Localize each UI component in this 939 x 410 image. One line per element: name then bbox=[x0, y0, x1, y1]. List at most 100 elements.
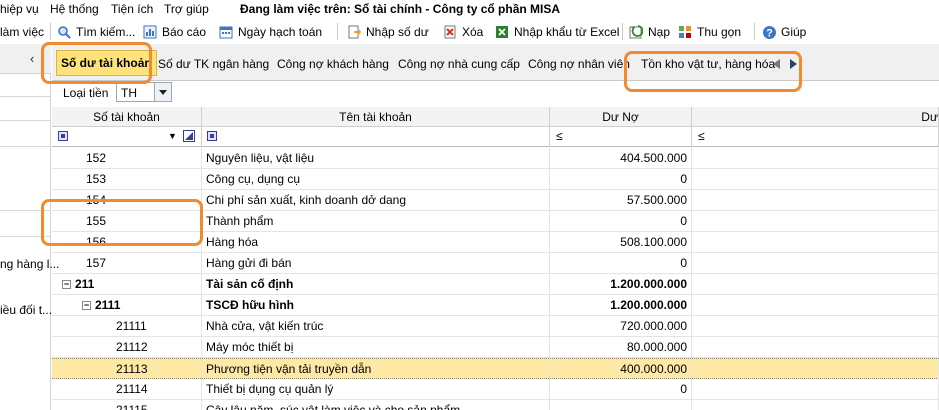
filter-dropdown-icon[interactable]: ▼ bbox=[168, 131, 177, 141]
cell-account-code: 21112 bbox=[52, 337, 202, 357]
menu-item-utilities[interactable]: Tiện ích bbox=[111, 2, 153, 16]
collapse-button[interactable]: Thu gọn bbox=[677, 23, 741, 41]
account-code: 21113 bbox=[116, 362, 148, 376]
account-code: 21114 bbox=[116, 382, 148, 396]
filter-condition-icon[interactable] bbox=[58, 131, 68, 141]
cell-account-code: −2111 bbox=[52, 295, 202, 315]
cell-account-name: Chi phí sản xuất, kinh doanh dở dang bbox=[202, 190, 550, 210]
account-code: 156 bbox=[86, 235, 107, 249]
posting-date-button[interactable]: Ngày hạch toán bbox=[218, 23, 322, 41]
table-row[interactable]: 21115 Cây lâu năm, súc vật làm việc và ch… bbox=[52, 400, 939, 410]
collapse-left-icon[interactable]: ‹ bbox=[30, 51, 34, 66]
table-row[interactable]: 154 Chi phí sản xuất, kinh doanh dở dang 5… bbox=[52, 190, 939, 211]
account-code: 21115 bbox=[116, 403, 148, 410]
load-icon bbox=[628, 24, 644, 40]
cell-account-code: 21111 bbox=[52, 316, 202, 336]
cell-account-name: Máy móc thiết bị bbox=[202, 337, 550, 357]
account-code: 155 bbox=[86, 214, 107, 228]
tab-supplier-debt[interactable]: Công nợ nhà cung cấp bbox=[394, 53, 524, 75]
currency-select[interactable]: TH bbox=[116, 82, 172, 102]
delete-button[interactable]: Xóa bbox=[442, 23, 483, 41]
grid-body: 152 Nguyên liệu, vật liệu 404.500.000 153 Cô… bbox=[52, 148, 939, 410]
toolbar-separator bbox=[754, 23, 755, 40]
toolbar-workspace-button[interactable]: làm việc bbox=[0, 23, 44, 41]
cell-debit: 57.500.000 bbox=[550, 190, 692, 210]
excel-icon bbox=[494, 24, 510, 40]
search-label: Tìm kiếm... bbox=[76, 25, 136, 39]
chevron-down-icon[interactable] bbox=[154, 83, 171, 101]
tab-scroll-right-icon[interactable] bbox=[786, 56, 800, 72]
filter-cell-debit[interactable]: ≤ bbox=[550, 127, 692, 147]
cell-credit bbox=[692, 295, 939, 315]
table-row[interactable]: 153 Công cụ, dụng cụ 0 bbox=[52, 169, 939, 190]
column-header-account-name[interactable]: Tên tài khoản bbox=[202, 107, 550, 127]
menu-item-system[interactable]: Hệ thống bbox=[50, 2, 99, 16]
table-row[interactable]: 21114 Thiết bị dụng cụ quản lý 0 bbox=[52, 379, 939, 400]
cell-account-name: Nhà cửa, vật kiến trúc bbox=[202, 316, 550, 336]
report-icon bbox=[142, 24, 158, 40]
column-header-credit[interactable]: Dư Có bbox=[692, 107, 939, 144]
cell-credit bbox=[692, 316, 939, 336]
table-row[interactable]: 21111 Nhà cửa, vật kiến trúc 720.000.000 bbox=[52, 316, 939, 337]
menu-item-help[interactable]: Trợ giúp bbox=[164, 2, 209, 16]
table-row[interactable]: 156 Hàng hóa 508.100.000 bbox=[52, 232, 939, 253]
collapse-node-icon[interactable]: − bbox=[82, 301, 91, 311]
account-balance-grid: Số tài khoản Tên tài khoản Dư Nợ Dư Có ▼… bbox=[52, 107, 939, 410]
column-header-debit[interactable]: Dư Nợ bbox=[550, 107, 692, 127]
menu-item-operations[interactable]: hiệp vụ bbox=[0, 2, 39, 16]
calendar-icon bbox=[218, 24, 234, 40]
table-row[interactable]: 155 Thành phẩm 0 bbox=[52, 211, 939, 232]
account-code: 21112 bbox=[116, 340, 148, 354]
cell-account-name: Thành phẩm bbox=[202, 211, 550, 231]
tab-customer-debt[interactable]: Công nợ khách hàng bbox=[273, 53, 393, 75]
tab-employee-debt[interactable]: Công nợ nhân viên bbox=[524, 53, 634, 75]
tab-scroll-left-icon[interactable] bbox=[770, 56, 784, 72]
cell-credit bbox=[692, 211, 939, 231]
collapse-node-icon[interactable]: − bbox=[62, 280, 71, 290]
import-excel-button[interactable]: Nhập khẩu từ Excel bbox=[494, 23, 619, 41]
filter-cell-account-code[interactable]: ▼ bbox=[52, 127, 202, 147]
left-panel-item[interactable]: iều đối t... bbox=[0, 303, 52, 317]
cell-account-name: Hàng hóa bbox=[202, 232, 550, 252]
left-panel-divider bbox=[0, 120, 51, 121]
report-button[interactable]: Báo cáo bbox=[142, 23, 206, 41]
clear-filter-icon[interactable] bbox=[183, 130, 195, 142]
help-icon: ? bbox=[761, 24, 777, 40]
cell-credit bbox=[692, 253, 939, 273]
table-row[interactable]: −211 Tài sản cố định 1.200.000.000 bbox=[52, 274, 939, 295]
import-excel-label: Nhập khẩu từ Excel bbox=[514, 25, 620, 39]
help-label: Giúp bbox=[781, 25, 807, 39]
working-on-title: Đang làm việc trên: Sổ tài chính - Công … bbox=[240, 2, 561, 16]
tab-account-balance[interactable]: Số dư tài khoản bbox=[56, 50, 157, 76]
import-balance-button[interactable]: Nhập số dư bbox=[346, 23, 429, 41]
tab-bank-balance[interactable]: Số dư TK ngân hàng bbox=[154, 53, 273, 75]
cell-credit bbox=[692, 274, 939, 294]
left-panel-item[interactable]: ng hàng l... bbox=[0, 257, 59, 271]
column-header-account-code[interactable]: Số tài khoản bbox=[52, 107, 202, 127]
search-icon bbox=[56, 24, 72, 40]
tab-bar: Số dư tài khoản Số dư TK ngân hàng Công … bbox=[52, 44, 939, 81]
account-code: 154 bbox=[86, 193, 107, 207]
collapse-icon bbox=[677, 24, 693, 40]
load-button[interactable]: Nạp bbox=[628, 23, 670, 41]
table-row[interactable]: 152 Nguyên liệu, vật liệu 404.500.000 bbox=[52, 148, 939, 169]
filter-cell-credit[interactable]: ≤ bbox=[692, 127, 939, 147]
tab-inventory[interactable]: Tồn kho vật tư, hàng hóa bbox=[637, 53, 779, 75]
table-row[interactable]: 157 Hàng gửi đi bán 0 bbox=[52, 253, 939, 274]
filter-bar: Loại tiền TH bbox=[52, 81, 939, 107]
cell-debit: 0 bbox=[550, 169, 692, 189]
table-row[interactable]: −2111 TSCĐ hữu hình 1.200.000.000 bbox=[52, 295, 939, 316]
filter-operator-credit[interactable]: ≤ bbox=[698, 129, 705, 143]
cell-account-code: 21115 bbox=[52, 400, 202, 410]
help-button[interactable]: ? Giúp bbox=[761, 23, 806, 41]
filter-condition-icon[interactable] bbox=[207, 131, 217, 141]
cell-account-name: Công cụ, dụng cụ bbox=[202, 169, 550, 189]
filter-cell-account-name[interactable] bbox=[202, 127, 550, 147]
toolbar: làm việc Tìm kiếm... Báo cáo Ngày hạch t… bbox=[0, 19, 939, 44]
toolbar-separator bbox=[50, 23, 51, 40]
cell-debit: 80.000.000 bbox=[550, 337, 692, 357]
table-row[interactable]: 21113 Phương tiện vận tải truyền dẫn 400.0… bbox=[52, 358, 939, 379]
table-row[interactable]: 21112 Máy móc thiết bị 80.000.000 bbox=[52, 337, 939, 358]
filter-operator-debit[interactable]: ≤ bbox=[556, 129, 563, 143]
search-button[interactable]: Tìm kiếm... bbox=[56, 23, 135, 41]
